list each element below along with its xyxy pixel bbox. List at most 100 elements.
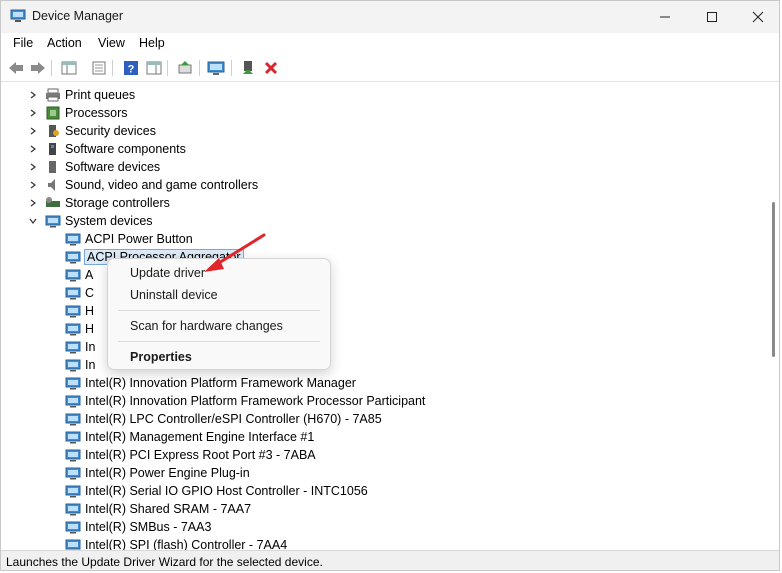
scrollbar-thumb[interactable] [772, 202, 775, 357]
device-item[interactable]: Intel(R) PCI Express Root Port #3 - 7ABA [65, 446, 317, 464]
toolbar-separator [112, 60, 113, 76]
speaker-icon [48, 179, 55, 191]
chevron-right-icon[interactable] [27, 86, 39, 104]
action-pane-button[interactable] [145, 59, 163, 77]
back-button[interactable] [7, 59, 25, 77]
system-device-icon [65, 233, 81, 246]
help-button[interactable]: ? [122, 59, 140, 77]
show-hide-console-tree-button[interactable] [60, 59, 78, 77]
device-item[interactable]: H [65, 320, 95, 338]
device-item[interactable]: H [65, 302, 95, 320]
tree-category[interactable]: Storage controllers [27, 194, 171, 212]
menu-action[interactable]: Action [47, 36, 82, 50]
chevron-right-icon[interactable] [27, 140, 39, 158]
tree-category-expanded[interactable]: System devices [27, 212, 154, 230]
system-device-icon [65, 413, 81, 426]
tree-category[interactable]: Processors [27, 104, 129, 122]
device-item[interactable]: Intel(R) Innovation Platform Framework M… [65, 374, 357, 392]
menu-item-uninstall-device[interactable]: Uninstall device [130, 288, 218, 302]
device-label: In [85, 340, 96, 354]
device-label: H [85, 304, 95, 318]
chevron-down-icon[interactable] [27, 212, 39, 230]
title-bar[interactable]: Device Manager [1, 1, 779, 33]
system-device-icon [65, 359, 81, 372]
menu-help[interactable]: Help [139, 36, 165, 50]
status-bar: Launches the Update Driver Wizard for th… [1, 550, 779, 570]
device-item[interactable]: C [65, 284, 95, 302]
menu-item-update-driver[interactable]: Update driver [130, 266, 205, 280]
system-device-icon [65, 251, 81, 264]
device-item[interactable]: ACPI Power Button [65, 230, 194, 248]
security-device-icon [49, 125, 59, 137]
tree-category-label: Software devices [65, 160, 161, 174]
system-device-icon [65, 503, 81, 516]
toolbar-separator [167, 60, 168, 76]
update-driver-icon [178, 61, 192, 74]
device-item[interactable]: In [65, 356, 96, 374]
system-device-icon [65, 449, 81, 462]
close-button[interactable] [735, 1, 779, 33]
device-label: Intel(R) Power Engine Plug-in [85, 466, 250, 480]
toolbar: ? [1, 55, 779, 82]
device-manager-window: Device Manager File Action View Help ? P… [0, 0, 780, 571]
device-item[interactable]: A [65, 266, 94, 284]
tree-category[interactable]: Sound, video and game controllers [27, 176, 259, 194]
tree-category-label: Software components [65, 142, 186, 156]
update-driver-button[interactable] [176, 59, 194, 77]
scan-hardware-button[interactable] [207, 59, 225, 77]
device-item[interactable]: Intel(R) Serial IO GPIO Host Controller … [65, 482, 369, 500]
system-device-icon [65, 467, 81, 480]
system-device-icon [65, 485, 81, 498]
context-menu-separator [118, 341, 320, 342]
tree-category[interactable]: Security devices [27, 122, 157, 140]
properties-button[interactable] [90, 59, 108, 77]
device-label: Intel(R) Innovation Platform Framework M… [85, 376, 356, 390]
uninstall-device-icon [264, 61, 278, 75]
minimize-button[interactable] [642, 1, 688, 33]
close-icon [752, 11, 764, 23]
chevron-right-icon[interactable] [27, 122, 39, 140]
device-item[interactable]: Intel(R) SPI (flash) Controller - 7AA4 [65, 536, 288, 550]
forward-button[interactable] [29, 59, 47, 77]
tree-category-label: System devices [65, 214, 153, 228]
uninstall-device-button[interactable] [262, 59, 280, 77]
tree-category[interactable]: Software devices [27, 158, 161, 176]
device-label: Intel(R) Serial IO GPIO Host Controller … [85, 484, 368, 498]
toolbar-separator [231, 60, 232, 76]
action-pane-icon [146, 61, 162, 75]
device-label: Intel(R) Innovation Platform Framework P… [85, 394, 426, 408]
device-item[interactable]: Intel(R) Shared SRAM - 7AA7 [65, 500, 252, 518]
device-item[interactable]: Intel(R) Power Engine Plug-in [65, 464, 251, 482]
chevron-right-icon[interactable] [27, 158, 39, 176]
tree-category-label: Storage controllers [65, 196, 170, 210]
minimize-icon [660, 16, 670, 18]
tree-category-label: Print queues [65, 88, 136, 102]
chevron-right-icon[interactable] [27, 194, 39, 212]
back-icon [9, 62, 23, 74]
tree-category[interactable]: Print queues [27, 86, 136, 104]
chevron-right-icon[interactable] [27, 176, 39, 194]
system-device-icon [65, 305, 81, 318]
device-item[interactable]: In [65, 338, 96, 356]
chevron-right-icon[interactable] [27, 104, 39, 122]
show-hide-console-tree-icon [61, 61, 77, 75]
menu-item-properties[interactable]: Properties [130, 350, 192, 364]
tree-category-label: Sound, video and game controllers [65, 178, 259, 192]
maximize-button[interactable] [689, 1, 735, 33]
device-item[interactable]: Intel(R) Innovation Platform Framework P… [65, 392, 426, 410]
tree-category[interactable]: Software components [27, 140, 187, 158]
device-item[interactable]: Intel(R) LPC Controller/eSPI Controller … [65, 410, 383, 428]
enable-device-icon [243, 61, 253, 74]
software-component-icon [49, 143, 56, 155]
tree-category-label: Security devices [65, 124, 157, 138]
menu-view[interactable]: View [98, 36, 125, 50]
menu-file[interactable]: File [13, 36, 33, 50]
device-item[interactable]: Intel(R) SMBus - 7AA3 [65, 518, 212, 536]
device-label: Intel(R) Management Engine Interface #1 [85, 430, 315, 444]
vertical-scrollbar[interactable] [767, 82, 779, 550]
device-label: Intel(R) SMBus - 7AA3 [85, 520, 212, 534]
enable-device-button[interactable] [239, 59, 257, 77]
menu-item-scan-for-hardware-changes[interactable]: Scan for hardware changes [130, 319, 283, 333]
device-item[interactable]: Intel(R) Management Engine Interface #1 [65, 428, 315, 446]
tree-category-label: Processors [65, 106, 128, 120]
